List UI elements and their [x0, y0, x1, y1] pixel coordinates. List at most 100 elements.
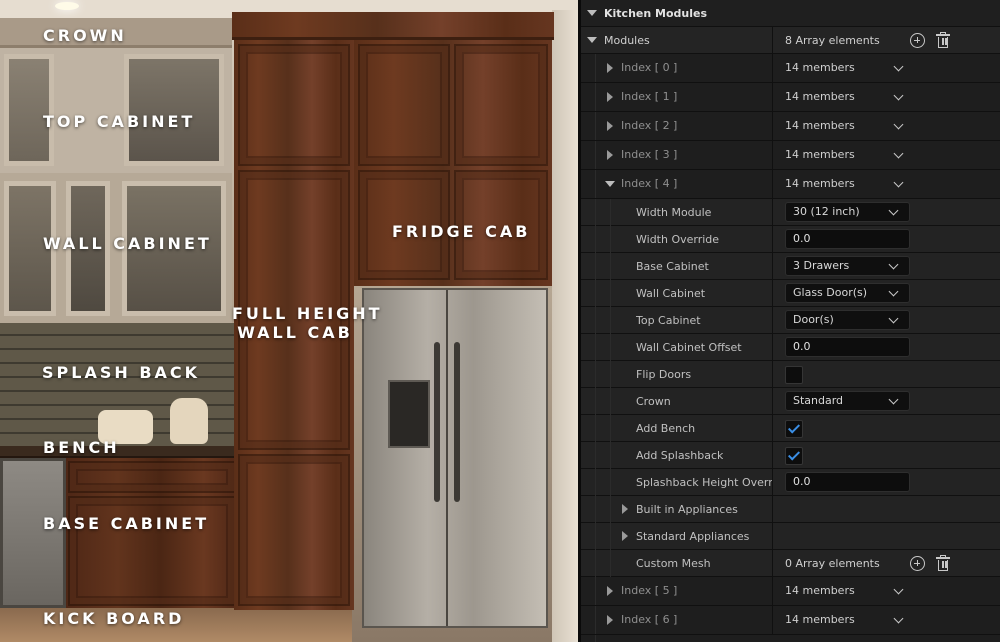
checkmark-icon [787, 421, 801, 434]
property-add-bench: Add Bench [581, 415, 1000, 443]
property-top-cabinet: Top Cabinet Door(s) [581, 307, 1000, 335]
chevron-down-icon[interactable] [893, 584, 904, 595]
flip-doors-label: Flip Doors [636, 368, 692, 381]
index-row[interactable]: Index [ 2 ] 14 members [581, 112, 1000, 141]
chevron-down-icon[interactable] [893, 177, 904, 188]
width-module-value: 30 (12 inch) [793, 205, 860, 218]
index-members: 14 members [785, 148, 855, 161]
label-crown: CROWN [43, 26, 127, 45]
top-cabinet-dropdown[interactable]: Door(s) [785, 310, 910, 330]
modules-row[interactable]: Modules 8 Array elements [581, 27, 1000, 54]
index-row[interactable]: Index [ 3 ] 14 members [581, 141, 1000, 170]
top-cabinet-value: Door(s) [793, 313, 834, 326]
index-row[interactable]: Index [ 0 ] 14 members [581, 54, 1000, 83]
chevron-down-icon [888, 259, 899, 270]
modules-count: 8 Array elements [785, 34, 880, 47]
property-base-cabinet: Base Cabinet 3 Drawers [581, 253, 1000, 281]
expand-arrow-icon[interactable] [607, 92, 613, 102]
wall-cabinet-offset-input[interactable]: 0.0 [785, 337, 910, 357]
crown-dropdown[interactable]: Standard [785, 391, 910, 411]
chevron-down-icon[interactable] [893, 90, 904, 101]
index-label: Index [ 4 ] [621, 177, 678, 190]
label-fridge-cab: FRIDGE CAB [392, 222, 531, 241]
index-members: 14 members [785, 61, 855, 74]
expand-arrow-icon[interactable] [622, 531, 628, 541]
crown-label: Crown [636, 395, 671, 408]
base-cabinet-value: 3 Drawers [793, 259, 850, 272]
fridge [362, 288, 548, 628]
width-override-input[interactable]: 0.0 [785, 229, 910, 249]
ceiling-light [55, 2, 79, 10]
chevron-down-icon [888, 313, 899, 324]
label-full-height-line1: FULL HEIGHT [232, 304, 383, 323]
top-cabinet-label: Top Cabinet [636, 314, 701, 327]
index-label: Index [ 2 ] [621, 119, 678, 132]
index-row[interactable]: Index [ 6 ] 14 members [581, 606, 1000, 635]
expand-arrow-icon[interactable] [607, 586, 613, 596]
top-cabinet [0, 48, 232, 173]
chevron-down-icon[interactable] [893, 148, 904, 159]
base-cabinet-dropdown[interactable]: 3 Drawers [785, 256, 910, 276]
add-splashback-checkbox[interactable] [785, 447, 803, 465]
expand-arrow-icon[interactable] [607, 121, 613, 131]
section-header-kitchen-modules[interactable]: Kitchen Modules [581, 0, 1000, 27]
add-element-icon[interactable] [910, 33, 925, 48]
index-row[interactable]: Index [ 5 ] 14 members [581, 577, 1000, 606]
property-wall-cabinet-offset: Wall Cabinet Offset 0.0 [581, 334, 1000, 362]
crown-value: Standard [793, 394, 844, 407]
delete-elements-icon[interactable] [936, 555, 950, 571]
chevron-down-icon[interactable] [893, 119, 904, 130]
add-bench-checkbox[interactable] [785, 420, 803, 438]
wall-cabinet-value: Glass Door(s) [793, 286, 868, 299]
index-members: 14 members [785, 177, 855, 190]
splashback-height-input[interactable]: 0.0 [785, 472, 910, 492]
expand-arrow-icon[interactable] [587, 37, 597, 43]
side-wall [552, 10, 578, 642]
expand-arrow-icon[interactable] [622, 504, 628, 514]
label-kick-board: KICK BOARD [43, 609, 185, 628]
label-base-cabinet: BASE CABINET [43, 514, 210, 533]
section-title: Kitchen Modules [604, 7, 708, 20]
label-bench: BENCH [43, 438, 120, 457]
flip-doors-checkbox[interactable] [785, 366, 803, 384]
wall-cabinet-dropdown[interactable]: Glass Door(s) [785, 283, 910, 303]
chevron-down-icon[interactable] [893, 613, 904, 624]
kitchen-render-viewport[interactable]: CROWN TOP CABINET WALL CABINET FRIDGE CA… [0, 0, 578, 642]
label-splash-back: SPLASH BACK [42, 363, 201, 382]
wall-cabinet-offset-label: Wall Cabinet Offset [636, 341, 742, 354]
index-row[interactable]: Index [ 1 ] 14 members [581, 83, 1000, 112]
tall-crown [232, 12, 554, 40]
index-label: Index [ 6 ] [621, 613, 678, 626]
expand-arrow-icon[interactable] [607, 150, 613, 160]
chevron-down-icon [888, 394, 899, 405]
property-width-module: Width Module 30 (12 inch) [581, 199, 1000, 227]
property-add-splashback: Add Splashback [581, 442, 1000, 470]
add-element-icon[interactable] [910, 556, 925, 571]
index-members: 14 members [785, 90, 855, 103]
kettle [170, 398, 208, 444]
splashback-height-label: Splashback Height Overri... [636, 476, 772, 489]
collapse-arrow-icon[interactable] [605, 181, 615, 187]
index-label: Index [ 3 ] [621, 148, 678, 161]
index-members: 14 members [785, 613, 855, 626]
width-module-dropdown[interactable]: 30 (12 inch) [785, 202, 910, 222]
index-row-expanded[interactable]: Index [ 4 ] 14 members [581, 170, 1000, 199]
expand-arrow-icon[interactable] [607, 63, 613, 73]
property-custom-mesh: Custom Mesh 0 Array elements [581, 550, 1000, 578]
add-splashback-label: Add Splashback [636, 449, 724, 462]
property-width-override: Width Override 0.0 [581, 226, 1000, 254]
base-cabinet-label: Base Cabinet [636, 260, 709, 273]
property-built-in-appliances[interactable]: Built in Appliances [581, 496, 1000, 524]
add-bench-label: Add Bench [636, 422, 696, 435]
expand-arrow-icon[interactable] [607, 615, 613, 625]
standard-appliances-label: Standard Appliances [636, 530, 750, 543]
collapse-arrow-icon[interactable] [587, 10, 597, 16]
index-members: 14 members [785, 584, 855, 597]
width-override-label: Width Override [636, 233, 720, 246]
label-wall-cabinet: WALL CABINET [43, 234, 212, 253]
width-module-label: Width Module [636, 206, 712, 219]
delete-elements-icon[interactable] [936, 32, 950, 48]
chevron-down-icon[interactable] [893, 61, 904, 72]
fridge-cabinet [354, 40, 552, 286]
property-standard-appliances[interactable]: Standard Appliances [581, 523, 1000, 551]
